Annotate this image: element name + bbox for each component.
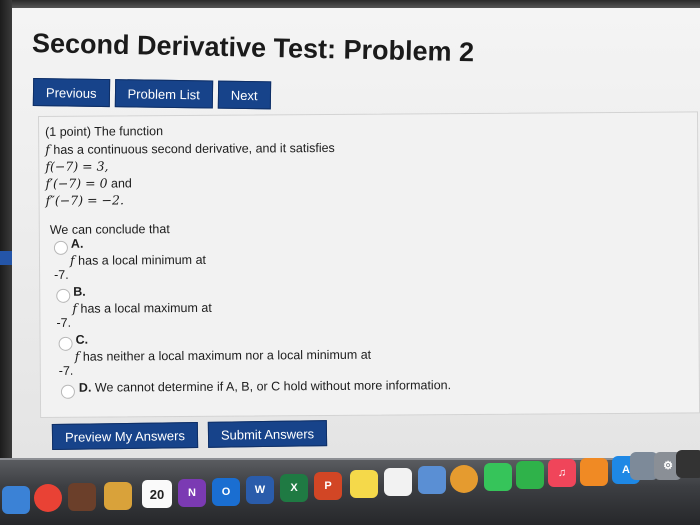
option-a-value: -7.	[54, 267, 69, 282]
option-d-letter: D.	[78, 380, 92, 395]
calendar-icon[interactable]: 20	[142, 480, 172, 508]
option-b-radio[interactable]	[56, 288, 71, 303]
option-a-f: f	[69, 252, 75, 268]
terminal-icon[interactable]	[676, 450, 700, 478]
preview-answers-button[interactable]: Preview My Answers	[51, 421, 199, 450]
stickies-icon[interactable]	[350, 470, 378, 498]
option-d-text: D. We cannot determine if A, B, or C hol…	[79, 378, 451, 395]
next-button[interactable]: Next	[217, 80, 271, 110]
option-b-label: has a local maximum at	[80, 300, 212, 316]
problem-list-button[interactable]: Problem List	[114, 79, 214, 109]
books-icon[interactable]	[580, 458, 608, 486]
powerpoint-icon[interactable]: P	[314, 472, 342, 500]
music-icon[interactable]: ♫	[548, 459, 576, 487]
problem-intro: (1 point) The function	[45, 124, 164, 139]
photos-icon[interactable]	[450, 465, 478, 493]
option-b-text: f has a local maximum at	[72, 300, 212, 316]
equation-f-double-prime: f″(−7) = −2.	[45, 192, 124, 208]
equation-f-prime: f′(−7) = 0 and	[45, 175, 131, 191]
onenote-icon[interactable]: N	[178, 479, 206, 507]
screen-bezel-top	[0, 0, 700, 8]
facetime-icon[interactable]	[516, 461, 544, 489]
photo-booth-icon[interactable]	[68, 483, 96, 511]
equation-f: f(−7) = 3,	[45, 158, 109, 174]
finder-icon[interactable]	[2, 486, 30, 514]
submit-answers-button[interactable]: Submit Answers	[207, 420, 328, 448]
option-c-letter: C.	[75, 332, 89, 347]
conclude-text: We can conclude that	[49, 222, 170, 237]
function-symbol: f	[45, 141, 50, 157]
equation-f-prime-expr: f′(−7) = 0	[45, 175, 108, 191]
option-a-text: f has a local minimum at	[70, 252, 206, 268]
excel-icon[interactable]: X	[280, 474, 308, 502]
answer-actions: Preview My Answers Submit Answers	[51, 420, 328, 450]
problem-box: (1 point) The function f has a continuou…	[38, 111, 700, 418]
option-a-label: has a local minimum at	[78, 252, 207, 268]
option-c-f: f	[74, 348, 80, 364]
option-c-text: f has neither a local maximum nor a loca…	[75, 347, 372, 364]
option-b-value: -7.	[56, 315, 72, 330]
option-b-f: f	[72, 300, 78, 316]
messages-icon[interactable]	[484, 463, 512, 491]
option-c-radio[interactable]	[58, 336, 73, 351]
problem-nav: Previous Problem List Next	[32, 78, 271, 110]
notes-app-icon[interactable]	[104, 482, 132, 510]
option-c-value: -7.	[58, 363, 74, 378]
option-d-label: We cannot determine if A, B, or C hold w…	[94, 378, 452, 395]
option-b-letter: B.	[73, 284, 86, 299]
reminders-icon[interactable]	[384, 468, 412, 496]
page-side-marker	[0, 251, 12, 265]
equation-and: and	[110, 176, 132, 191]
chrome-icon[interactable]	[34, 484, 62, 512]
outlook-icon[interactable]: O	[212, 478, 240, 506]
option-a-radio[interactable]	[53, 240, 68, 255]
word-icon[interactable]: W	[246, 476, 274, 504]
preview-icon[interactable]	[418, 466, 446, 494]
option-d-radio[interactable]	[60, 384, 75, 399]
problem-condition: f has a continuous second derivative, an…	[45, 140, 335, 157]
condition-text: has a continuous second derivative, and …	[53, 140, 335, 157]
option-a-letter: A.	[70, 236, 84, 251]
option-c-label: has neither a local maximum nor a local …	[82, 347, 372, 364]
previous-button[interactable]: Previous	[32, 78, 110, 108]
